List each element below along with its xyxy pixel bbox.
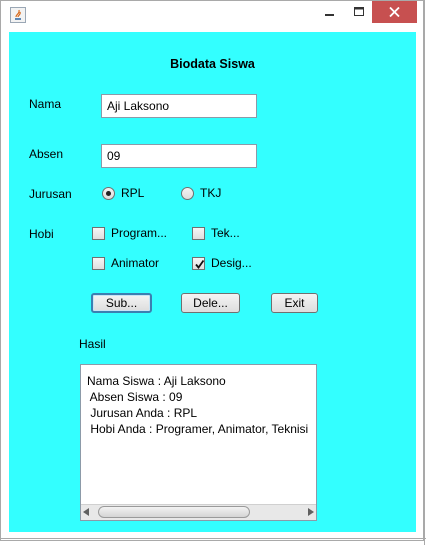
close-button[interactable] [372, 1, 417, 23]
hasil-scrollpane[interactable]: Nama Siswa : Aji Laksono Absen Siswa : 0… [80, 364, 317, 521]
hasil-textarea[interactable]: Nama Siswa : Aji Laksono Absen Siswa : 0… [87, 373, 308, 437]
delete-button[interactable]: Dele... [181, 293, 240, 313]
nama-label: Nama [29, 97, 62, 111]
maximize-button[interactable] [345, 1, 373, 23]
horizontal-scrollbar[interactable] [81, 504, 316, 520]
nama-field[interactable]: Aji Laksono [101, 94, 257, 118]
minimize-button[interactable] [314, 1, 346, 23]
radio-selected-dot [106, 191, 111, 196]
radio-rpl-label[interactable]: RPL [121, 186, 144, 200]
checkbox-animator-label[interactable]: Animator [111, 256, 159, 270]
close-icon [389, 7, 400, 17]
form-panel: Biodata Siswa Nama Aji Laksono Absen 09 … [9, 32, 416, 532]
scrollbar-thumb[interactable] [98, 506, 250, 518]
window-right-edge [424, 0, 425, 545]
checkbox-programer-label[interactable]: Program... [111, 226, 167, 240]
submit-button[interactable]: Sub... [91, 293, 152, 313]
checkbox-designer[interactable] [192, 257, 205, 270]
jurusan-label: Jurusan [29, 187, 72, 201]
absen-label: Absen [29, 147, 64, 161]
minimize-icon [325, 14, 334, 16]
hasil-label: Hasil [79, 337, 106, 351]
scroll-right-icon[interactable] [308, 508, 314, 516]
checkbox-animator[interactable] [92, 257, 105, 270]
checkbox-designer-label[interactable]: Desig... [211, 256, 252, 270]
hobi-label: Hobi [29, 227, 54, 241]
exit-button[interactable]: Exit [271, 293, 318, 313]
absen-field[interactable]: 09 [101, 144, 257, 168]
radio-rpl[interactable] [102, 187, 115, 200]
java-app-icon[interactable] [10, 7, 26, 23]
form-title: Biodata Siswa [170, 57, 255, 71]
checkbox-teknisi-label[interactable]: Tek... [211, 226, 240, 240]
radio-tkj[interactable] [181, 187, 194, 200]
title-bar[interactable] [1, 1, 423, 29]
checkbox-programer[interactable] [92, 227, 105, 240]
checkbox-teknisi[interactable] [192, 227, 205, 240]
app-window: Biodata Siswa Nama Aji Laksono Absen 09 … [0, 0, 424, 541]
window-bottom-edge [0, 538, 426, 539]
checkmark-icon [195, 259, 205, 269]
scroll-left-icon[interactable] [83, 508, 89, 516]
radio-tkj-label[interactable]: TKJ [200, 186, 221, 200]
maximize-icon [353, 7, 364, 16]
